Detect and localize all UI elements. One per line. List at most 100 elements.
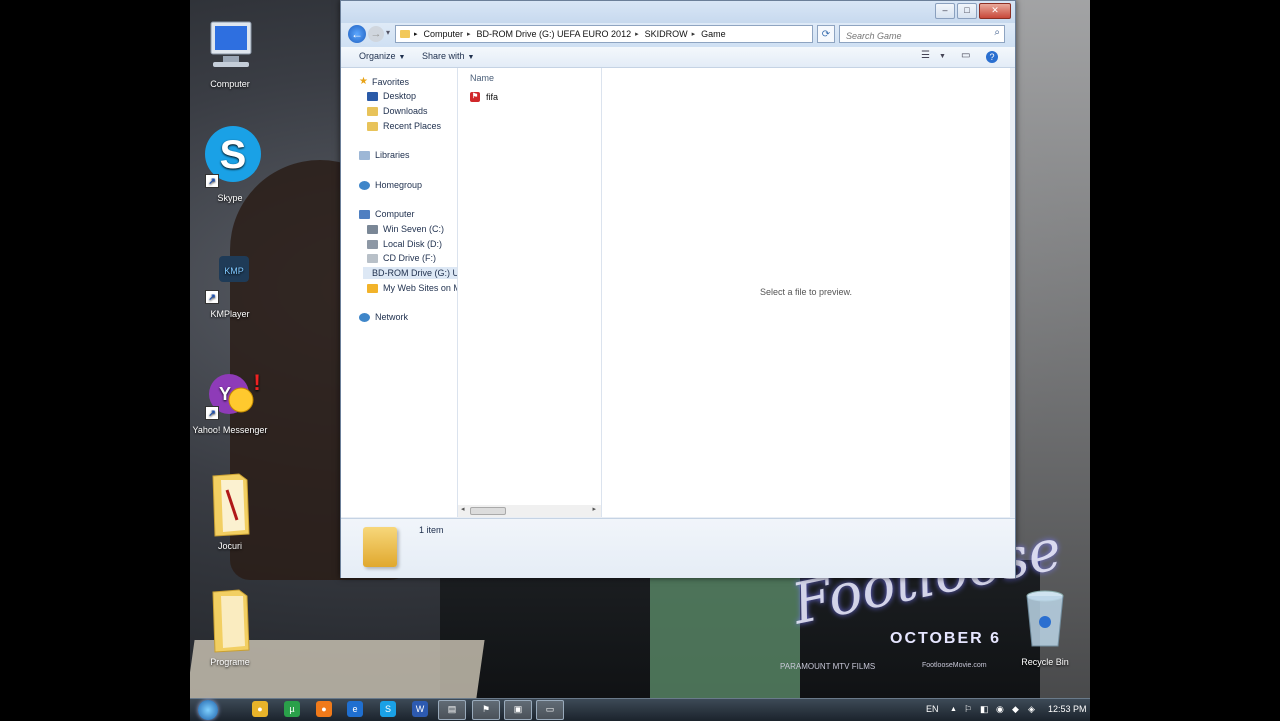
desktop-icon-jocuri[interactable]: Jocuri xyxy=(190,470,270,551)
homegroup-icon xyxy=(359,180,370,190)
organize-label: Organize xyxy=(359,51,396,61)
yahoo-messenger-icon: Y! ↗ xyxy=(199,366,261,422)
tray-app-icon[interactable]: ◈ xyxy=(1028,704,1035,715)
breadcrumb-bd-rom-drive[interactable]: BD-ROM Drive (G:) UEFA EURO 2012 ▸ xyxy=(477,29,645,39)
scroll-left-icon[interactable]: ◂ xyxy=(461,505,465,513)
nav-label: BD-ROM Drive (G:) U xyxy=(372,268,458,278)
address-bar[interactable]: ▸ Computer ▸ BD-ROM Drive (G:) UEFA EURO … xyxy=(395,25,862,43)
desktop-icon-recycle-bin[interactable]: Recycle Bin xyxy=(1005,586,1085,667)
skype-icon[interactable]: S xyxy=(380,701,396,717)
close-button[interactable]: ✕ xyxy=(979,3,1011,19)
fifa-taskbar-icon[interactable]: ⚑ xyxy=(472,700,500,720)
volume-icon[interactable]: ◉ xyxy=(996,704,1004,715)
folder-icon xyxy=(199,470,261,538)
svg-text:Y: Y xyxy=(219,384,231,404)
game-taskbar-icon[interactable]: ▣ xyxy=(504,700,532,720)
nav-drive-g[interactable]: BD-ROM Drive (G:) U xyxy=(363,267,458,279)
chevron-right-icon[interactable]: ▸ xyxy=(635,30,639,38)
wallpaper-date: OCTOBER 6 xyxy=(890,630,1002,647)
nav-network[interactable]: Network xyxy=(359,312,408,322)
libraries-icon xyxy=(359,150,370,160)
back-button[interactable]: ← xyxy=(348,25,366,43)
downloads-folder-icon xyxy=(367,106,378,116)
network-tray-icon[interactable]: ◧ xyxy=(980,704,989,715)
desktop-icon-kmplayer[interactable]: KMP ↗ KMPlayer xyxy=(190,250,270,319)
tray-app-icon[interactable]: ◆ xyxy=(1012,704,1019,715)
desktop-icon-programe[interactable]: Programe xyxy=(190,586,270,667)
nav-drive-c[interactable]: Win Seven (C:) xyxy=(367,224,444,234)
help-icon[interactable]: ? xyxy=(986,51,998,63)
breadcrumb-game[interactable]: Game xyxy=(701,29,726,39)
search-input[interactable] xyxy=(844,28,988,44)
star-icon: ★ xyxy=(359,76,368,87)
cd-drive-icon xyxy=(367,253,378,263)
nav-desktop[interactable]: Desktop xyxy=(367,91,416,101)
nav-favorites[interactable]: ★ Favorites xyxy=(359,76,409,87)
title-bar[interactable]: – □ ✕ xyxy=(341,1,1015,23)
svg-text:S: S xyxy=(220,133,247,177)
scrollbar-thumb[interactable] xyxy=(470,507,506,515)
chevron-right-icon[interactable]: ▸ xyxy=(467,30,471,38)
file-item[interactable]: ⚑ fifa xyxy=(470,92,498,102)
nav-libraries[interactable]: Libraries xyxy=(359,150,410,160)
skype-icon: S ↗ xyxy=(199,124,261,190)
folder-icon xyxy=(400,30,410,38)
search-box[interactable]: ⌕ xyxy=(839,25,1005,44)
desktop-icon-skype[interactable]: S ↗ Skype xyxy=(190,124,270,203)
show-hidden-icons-icon[interactable]: ▲ xyxy=(950,706,957,713)
nav-label: Network xyxy=(375,312,409,322)
nav-homegroup[interactable]: Homegroup xyxy=(359,180,422,190)
firefox-icon[interactable]: ● xyxy=(316,701,332,717)
desktop-icon-yahoo-messenger[interactable]: Y! ↗ Yahoo! Messenger xyxy=(190,366,270,435)
nav-drive-f[interactable]: CD Drive (F:) xyxy=(367,253,436,263)
maximize-button[interactable]: □ xyxy=(957,3,977,19)
internet-explorer-icon[interactable]: e xyxy=(347,701,363,717)
column-header-name[interactable]: Name xyxy=(470,73,494,83)
horizontal-scrollbar[interactable]: ◂ ▸ xyxy=(458,505,601,517)
action-center-icon[interactable]: ⚐ xyxy=(964,704,972,715)
utorrent-icon[interactable]: µ xyxy=(284,701,300,717)
chevron-right-icon[interactable]: ▸ xyxy=(692,30,696,38)
clock[interactable]: 12:53 PM xyxy=(1048,704,1087,714)
nav-recent-places[interactable]: Recent Places xyxy=(367,121,441,131)
scroll-right-icon[interactable]: ▸ xyxy=(592,505,596,513)
minimize-button[interactable]: – xyxy=(935,3,955,19)
desktop-icon-label: Programe xyxy=(210,657,250,667)
window-taskbar-icon[interactable]: ▭ xyxy=(536,700,564,720)
language-indicator[interactable]: EN xyxy=(926,704,939,714)
forward-button[interactable]: → xyxy=(368,26,384,42)
preview-pane-icon[interactable]: ▭ xyxy=(961,50,970,61)
nav-computer[interactable]: Computer xyxy=(359,209,415,219)
breadcrumb-skidrow[interactable]: SKIDROW ▸ xyxy=(645,29,702,39)
chrome-icon[interactable]: ● xyxy=(252,701,268,717)
nav-drive-d[interactable]: Local Disk (D:) xyxy=(367,239,442,249)
recent-places-icon xyxy=(367,121,378,131)
nav-label: Favorites xyxy=(371,76,409,87)
address-row: ← → ▾ ▸ Computer ▸ BD-ROM Drive (G:) UEFA… xyxy=(341,23,1015,47)
recent-pages-dropdown[interactable]: ▾ xyxy=(386,28,390,37)
search-icon[interactable]: ⌕ xyxy=(994,27,1000,38)
explorer-taskbar-icon[interactable]: ▤ xyxy=(438,700,466,720)
nav-label: My Web Sites on MS xyxy=(383,283,457,293)
nav-my-web-sites[interactable]: My Web Sites on MS xyxy=(367,283,457,293)
views-icon[interactable]: ☰ xyxy=(921,50,930,61)
chevron-right-icon: ▸ xyxy=(414,31,418,38)
desktop-icon-computer[interactable]: Computer xyxy=(190,20,270,89)
breadcrumb-label: BD-ROM Drive (G:) UEFA EURO 2012 xyxy=(476,29,632,39)
network-icon xyxy=(359,312,370,322)
nav-downloads[interactable]: Downloads xyxy=(367,106,428,116)
nav-label: Desktop xyxy=(383,91,417,101)
desktop-icon xyxy=(367,91,378,101)
share-with-button[interactable]: Share with ▼ xyxy=(422,51,474,61)
word-icon[interactable]: W xyxy=(412,701,428,717)
wallpaper-logos: PARAMOUNT MTV FILMS xyxy=(780,662,876,671)
breadcrumb-computer[interactable]: Computer ▸ xyxy=(424,29,477,39)
views-dropdown-icon[interactable]: ▼ xyxy=(939,53,946,60)
wallpaper-url: FootlooseMovie.com xyxy=(922,662,987,669)
start-button[interactable] xyxy=(198,700,218,720)
refresh-button[interactable]: ⟳ xyxy=(817,25,835,43)
organize-button[interactable]: Organize ▼ xyxy=(359,51,405,61)
nav-label: CD Drive (F:) xyxy=(383,253,436,263)
desktop-icon-label: Skype xyxy=(217,193,243,203)
preview-message: Select a file to preview. xyxy=(759,287,853,297)
